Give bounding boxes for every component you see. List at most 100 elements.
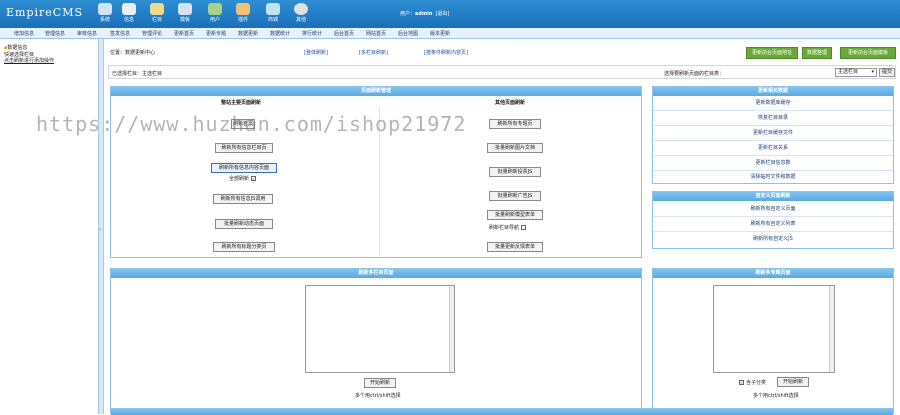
select-label: 选择要刷新页面的栏目类： <box>664 71 725 77</box>
top-icon-column[interactable]: 栏目 <box>146 2 168 28</box>
refresh-feedback-forms-button[interactable]: 批量更新反馈表单 <box>487 242 543 252</box>
refresh-js-call-button[interactable]: 刷新所有信息JS调用 <box>213 194 273 204</box>
refresh-content-pages-button[interactable]: 刷新所有信息内容页面 <box>211 163 277 173</box>
multi-select-hint: 多个用ctrl/shift选择 <box>753 393 799 399</box>
menu-item[interactable]: 排行统计 <box>302 30 322 37</box>
include-sub-option[interactable]: ✓ 含子分类 <box>739 379 766 386</box>
breadcrumb: 位置：数据更新中心 <box>110 50 156 56</box>
plugin-icon <box>236 3 250 15</box>
all-refresh-option[interactable]: 全部刷新 ✓ <box>229 175 257 182</box>
column-select-bar: 已选择栏目：主选栏目 选择要刷新页面的栏目类： 主选栏目 ▾ 提交 <box>108 65 896 79</box>
left-nav-label: 数据信息 <box>7 45 28 51</box>
menu-item[interactable]: 数据更新 <box>238 30 258 37</box>
refresh-title-category-button[interactable]: 刷新所有标题分类页 <box>213 242 275 252</box>
menu-item[interactable]: 增加信息 <box>14 30 34 37</box>
menu-item[interactable]: 管理信息 <box>45 30 65 37</box>
column-nav-option[interactable]: 刷新栏目导航 <box>489 224 527 231</box>
menu-item[interactable]: 审核信息 <box>77 30 97 37</box>
top-icon-info[interactable]: 信息 <box>118 2 140 28</box>
start-refresh-topic-button[interactable]: 开始刷新 <box>777 377 809 387</box>
restore-column-dir-link[interactable]: 恢复栏目目录 <box>653 111 893 126</box>
collapse-arrow-icon[interactable]: ‹ <box>99 227 101 233</box>
column-nav-checkbox[interactable] <box>521 225 527 230</box>
top-icon-label: 商城 <box>267 17 278 23</box>
multi-select-hint: 多个用ctrl/shift选择 <box>355 393 401 399</box>
top-icon-label: 插件 <box>237 17 248 23</box>
top-icon-other[interactable]: 其他 <box>290 2 312 28</box>
logout-link[interactable]: [退出] <box>435 11 449 17</box>
menu-item[interactable]: 后台地图 <box>398 30 418 37</box>
top-icon-label: 信息 <box>123 17 134 23</box>
user-prefix: 用户： <box>400 11 416 17</box>
shop-icon <box>266 3 280 15</box>
refresh-column-pages-button[interactable]: 刷新所有信息栏目页 <box>215 143 273 153</box>
include-sub-checkbox[interactable]: ✓ <box>739 380 744 385</box>
menu-item[interactable]: 更新专题 <box>206 30 226 37</box>
refresh-vote-js-button[interactable]: 批量刷新投票JS <box>489 167 541 177</box>
data-cleanup-button[interactable]: 数据整理 <box>802 47 832 59</box>
chevron-down-icon: ▾ <box>871 69 874 75</box>
menu-item[interactable]: 签发信息 <box>110 30 130 37</box>
multi-topic-refresh-panel: 刷新多专题页面 ✓ 含子分类 开始刷新 多个用ctrl/shift选择 <box>652 268 894 410</box>
left-nav-item[interactable]: 点击刷新进行添加操作 <box>0 58 98 65</box>
top-icon-template[interactable]: 模板 <box>174 2 196 28</box>
refresh-model-forms-button[interactable]: 批量刷新模型表单 <box>487 210 543 220</box>
top-icon-shop[interactable]: 商城 <box>262 2 284 28</box>
left-section-heading: 整站主要页面刷新 <box>221 100 262 106</box>
selected-column-text: 已选择栏目：主选栏目 <box>112 71 163 77</box>
link-refresh-by-condition[interactable]: [按条件刷新内容页] <box>424 49 468 56</box>
username: admin <box>415 11 433 17</box>
update-frontend-template-button[interactable]: 更新前台页面模板 <box>840 47 896 59</box>
multi-column-refresh-panel: 刷新多栏目页面 开始刷新 多个用ctrl/shift选择 <box>110 268 642 410</box>
link-refresh-all[interactable]: [整体刷新] <box>304 49 328 56</box>
refresh-image-docs-button[interactable]: 批量刷新图片文档 <box>487 143 543 153</box>
refresh-custom-pages-link[interactable]: 刷新所有自定义页面 <box>653 202 893 217</box>
brand-logo-text: EmpireCMS <box>6 6 84 19</box>
column-icon <box>150 3 164 15</box>
all-refresh-checkbox[interactable]: ✓ <box>251 176 257 181</box>
topic-multiselect[interactable] <box>713 285 835 373</box>
menu-item[interactable]: 数据统计 <box>270 30 290 37</box>
listbox-scrollbar[interactable] <box>449 286 454 372</box>
update-column-relation-link[interactable]: 更新栏目关系 <box>653 141 893 156</box>
brand-logo: EmpireCMS <box>6 6 83 19</box>
update-column-count-link[interactable]: 更新栏目信息数 <box>653 156 893 171</box>
update-column-cache-link[interactable]: 更新栏目缓存文件 <box>653 126 893 141</box>
panel-title: 自定义页面刷新 <box>653 192 893 201</box>
panel-title: 更新相关数据 <box>653 87 893 96</box>
menu-item[interactable]: 后台首页 <box>334 30 354 37</box>
update-data-panel: 更新相关数据 更新数据库缓存 恢复栏目目录 更新栏目缓存文件 更新栏目关系 更新… <box>652 86 894 184</box>
menu-item[interactable]: 网站首页 <box>366 30 386 37</box>
main-content: 位置：数据更新中心 [整体刷新] [多栏目刷新] [按条件刷新内容页] 更新前台… <box>104 39 900 415</box>
bottom-panel-header <box>110 408 894 415</box>
refresh-dynamic-pages-button[interactable]: 批量刷新动态页面 <box>215 219 273 229</box>
refresh-custom-lists-link[interactable]: 刷新所有自定义列表 <box>653 217 893 232</box>
column-nav-label: 刷新栏目导航 <box>489 225 520 231</box>
update-frontend-url-button[interactable]: 更新前台页面地址 <box>746 47 798 59</box>
top-icon-label: 用户 <box>209 17 220 23</box>
all-refresh-label: 全部刷新 <box>229 176 250 182</box>
menu-item[interactable]: 更新首页 <box>174 30 194 37</box>
watermark: https://www.huzhan.com/ishop21972 <box>36 112 467 136</box>
right-section-heading: 其他页面刷新 <box>495 100 526 106</box>
top-icon-label: 栏目 <box>151 17 162 23</box>
top-icon-user[interactable]: 用户 <box>204 2 226 28</box>
start-refresh-button[interactable]: 开始刷新 <box>364 378 396 388</box>
refresh-topic-pages-button[interactable]: 刷新所有专题页 <box>489 119 541 129</box>
menu-item[interactable]: 版本更新 <box>430 30 450 37</box>
column-multiselect[interactable] <box>305 285 455 373</box>
column-select[interactable]: 主选栏目 ▾ <box>835 68 877 77</box>
clear-temp-files-link[interactable]: 清除临时文件和数据 <box>653 171 893 184</box>
update-db-cache-link[interactable]: 更新数据库缓存 <box>653 96 893 111</box>
info-icon <box>122 3 136 15</box>
refresh-custom-js-link[interactable]: 刷新所有自定义JS <box>653 232 893 247</box>
submit-button[interactable]: 提交 <box>879 68 895 77</box>
refresh-ad-js-button[interactable]: 批量刷新广告JS <box>489 191 541 201</box>
panel-title: 页面刷新管理 <box>111 87 641 96</box>
top-icon-plugin[interactable]: 插件 <box>232 2 254 28</box>
menu-item[interactable]: 管理评论 <box>142 30 162 37</box>
listbox-scrollbar[interactable] <box>829 286 834 372</box>
top-icon-system[interactable]: 系统 <box>94 2 116 28</box>
link-refresh-multi-column[interactable]: [多栏目刷新] <box>359 49 388 56</box>
left-sidebar: ▪数据信息 快速选择栏目 点击刷新进行添加操作 <box>0 39 98 414</box>
